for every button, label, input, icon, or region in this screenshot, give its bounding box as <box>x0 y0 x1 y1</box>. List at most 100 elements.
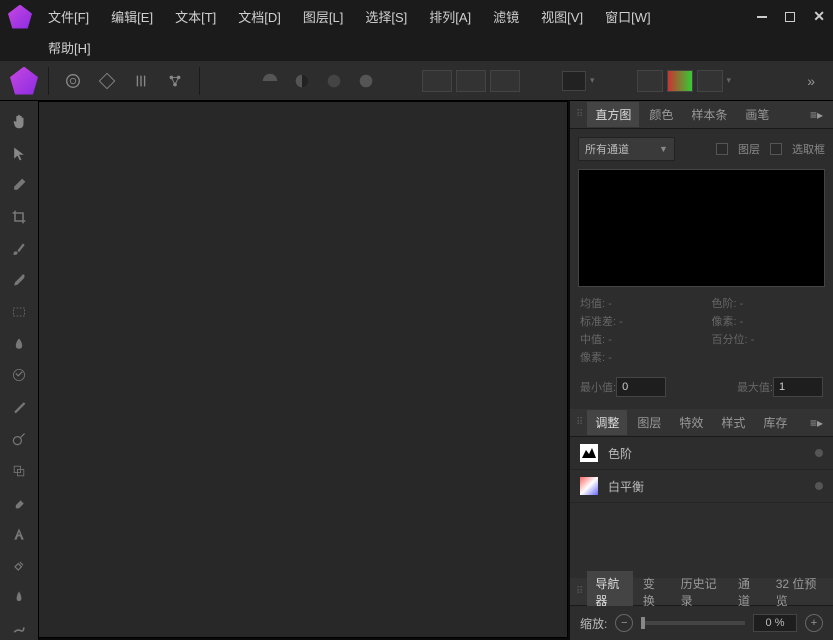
pen-tool-icon[interactable] <box>8 396 30 418</box>
menu-file[interactable]: 文件[F] <box>48 7 89 26</box>
color-picker-tool-icon[interactable] <box>8 174 30 196</box>
main-menu: 文件[F] 编辑[E] 文本[T] 文档[D] 图层[L] 选择[S] 排列[A… <box>48 7 757 26</box>
zoom-slider[interactable] <box>641 621 745 625</box>
text-tool-icon[interactable] <box>8 523 30 545</box>
flood-fill-tool-icon[interactable] <box>8 333 30 355</box>
menu-text[interactable]: 文本[T] <box>175 7 216 26</box>
dropdown-arrow-icon: ▼ <box>659 144 668 154</box>
min-input[interactable] <box>616 377 666 397</box>
persona-liquify-icon[interactable] <box>59 67 87 95</box>
blur-tool-icon[interactable] <box>8 587 30 609</box>
adjustment-levels[interactable]: 色阶 <box>570 437 833 470</box>
panel-grip-icon[interactable]: ⠿ <box>576 586 581 597</box>
auto-levels-icon[interactable] <box>256 67 284 95</box>
auto-wb-icon[interactable] <box>352 67 380 95</box>
adjustments-panel-body: 色阶 白平衡 <box>570 437 833 503</box>
hand-tool-icon[interactable] <box>8 111 30 133</box>
assistant-opts-icon[interactable] <box>697 70 723 92</box>
tool-palette <box>0 101 38 640</box>
snap-toggle-icon[interactable] <box>562 71 586 91</box>
menu-edit[interactable]: 编辑[E] <box>111 7 153 26</box>
panel-grip-icon[interactable]: ⠿ <box>576 109 581 120</box>
tab-swatches[interactable]: 样本条 <box>683 102 735 127</box>
adjustments-panel-tabs: ⠿ 调整 图层 特效 样式 库存 ≡▸ <box>570 409 833 437</box>
menu-select[interactable]: 选择[S] <box>365 7 407 26</box>
panel-menu-icon[interactable]: ≡▸ <box>806 416 827 430</box>
histogram-panel-body: 所有通道 ▼ 图层 选取框 均值: - 色阶: - 标准差: - 像素: - 中… <box>570 129 833 409</box>
toolbar-group-auto <box>256 67 380 95</box>
panel-menu-icon[interactable]: ≡▸ <box>806 108 827 122</box>
show-grid-icon[interactable] <box>422 70 452 92</box>
navigator-panel-tabs: ⠿ 导航器 变换 历史记录 通道 32 位预览 <box>570 578 833 606</box>
min-label: 最小值: <box>580 379 616 395</box>
histogram-panel-tabs: ⠿ 直方图 颜色 样本条 画笔 ≡▸ <box>570 101 833 129</box>
toolbar-group-grid <box>422 70 520 92</box>
dodge-tool-icon[interactable] <box>8 428 30 450</box>
menu-window[interactable]: 窗口[W] <box>605 7 651 26</box>
marquee-tool-icon[interactable] <box>8 301 30 323</box>
checkbox-marquee-label: 选取框 <box>792 141 825 157</box>
menu-filters[interactable]: 滤镜 <box>493 7 519 26</box>
channel-dropdown[interactable]: 所有通道 ▼ <box>578 137 675 161</box>
tab-adjustments[interactable]: 调整 <box>587 410 627 435</box>
show-guides-icon[interactable] <box>456 70 486 92</box>
zoom-out-button[interactable]: − <box>615 614 633 632</box>
max-input[interactable] <box>773 377 823 397</box>
crop-tool-icon[interactable] <box>8 206 30 228</box>
preset-dot-icon <box>815 482 823 490</box>
healing-tool-icon[interactable] <box>8 555 30 577</box>
auto-contrast-icon[interactable] <box>288 67 316 95</box>
white-balance-icon <box>580 477 598 495</box>
menu-help[interactable]: 帮助[H] <box>48 38 91 57</box>
minimize-icon[interactable] <box>757 16 767 18</box>
zoom-value[interactable]: 0 % <box>753 614 797 632</box>
persona-tone-icon[interactable] <box>127 67 155 95</box>
levels-icon <box>580 444 598 462</box>
document-canvas[interactable] <box>38 101 568 638</box>
adjustment-white-balance[interactable]: 白平衡 <box>570 470 833 503</box>
preset-dot-icon <box>815 449 823 457</box>
erase-tool-icon[interactable] <box>8 491 30 513</box>
app-logo-icon <box>8 5 32 29</box>
menu-view[interactable]: 视图[V] <box>541 7 583 26</box>
histogram-stats: 均值: - 色阶: - 标准差: - 像素: - 中值: - 百分位: - 像素… <box>578 287 825 373</box>
zoom-in-button[interactable]: + <box>805 614 823 632</box>
menu-layer[interactable]: 图层[L] <box>303 7 343 26</box>
persona-develop-icon[interactable] <box>93 67 121 95</box>
persona-photo-icon[interactable] <box>10 67 38 95</box>
tab-layers[interactable]: 图层 <box>629 410 669 435</box>
navigator-panel-body: 缩放: − 0 % + <box>570 606 833 640</box>
menu-document[interactable]: 文档[D] <box>238 7 281 26</box>
tab-brushes[interactable]: 画笔 <box>737 102 777 127</box>
brush-tool-icon[interactable] <box>8 238 30 260</box>
tab-stock[interactable]: 库存 <box>755 410 795 435</box>
window-controls: ✕ <box>757 8 825 25</box>
selection-brush-icon[interactable] <box>8 270 30 292</box>
adjustment-wb-label: 白平衡 <box>608 478 805 495</box>
checkbox-layer[interactable] <box>716 143 728 155</box>
toolbar-overflow-icon[interactable]: » <box>799 73 823 89</box>
tab-fx[interactable]: 特效 <box>671 410 711 435</box>
menu-arrange[interactable]: 排列[A] <box>429 7 471 26</box>
channel-dropdown-label: 所有通道 <box>585 141 629 157</box>
panel-grip-icon[interactable]: ⠿ <box>576 417 581 428</box>
auto-colors-icon[interactable] <box>320 67 348 95</box>
menu-row-2: 帮助[H] <box>0 33 833 61</box>
smudge-tool-icon[interactable] <box>8 618 30 640</box>
close-icon[interactable]: ✕ <box>813 8 825 25</box>
tab-styles[interactable]: 样式 <box>713 410 753 435</box>
checkbox-marquee[interactable] <box>770 143 782 155</box>
tab-color[interactable]: 颜色 <box>641 102 681 127</box>
persona-export-icon[interactable] <box>161 67 189 95</box>
gradient-tool-icon[interactable] <box>8 365 30 387</box>
right-panels: ⠿ 直方图 颜色 样本条 画笔 ≡▸ 所有通道 ▼ 图层 选取框 均值: - <box>570 101 833 640</box>
force-pixel-icon[interactable] <box>637 70 663 92</box>
maximize-icon[interactable] <box>785 12 795 22</box>
move-tool-icon[interactable] <box>8 143 30 165</box>
histogram-display <box>578 169 825 287</box>
clone-tool-icon[interactable] <box>8 460 30 482</box>
titlebar: 文件[F] 编辑[E] 文本[T] 文档[D] 图层[L] 选择[S] 排列[A… <box>0 0 833 33</box>
assistant-icon[interactable] <box>667 70 693 92</box>
show-margins-icon[interactable] <box>490 70 520 92</box>
tab-histogram[interactable]: 直方图 <box>587 102 639 127</box>
